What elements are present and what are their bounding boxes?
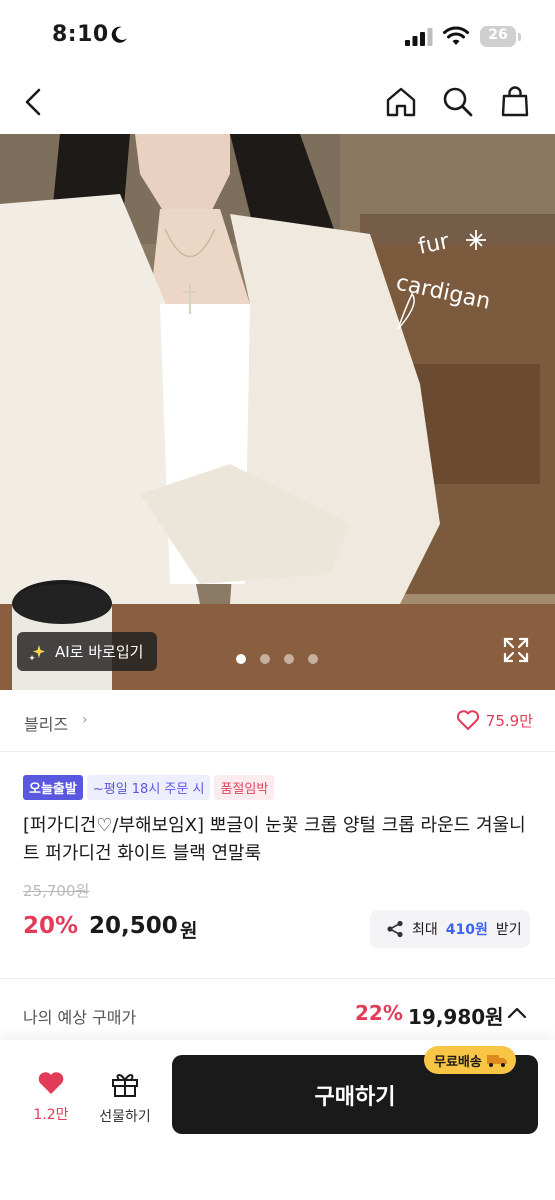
gift-icon xyxy=(112,1074,138,1097)
home-icon[interactable] xyxy=(383,84,419,120)
battery-icon: 26 xyxy=(480,26,516,47)
carousel-dots xyxy=(236,654,318,664)
gift-label: 선물하기 xyxy=(99,1109,151,1125)
sale-price: 20,500 xyxy=(89,913,178,939)
wishlist-count: 1.2만 xyxy=(33,1107,69,1123)
brand-like-button[interactable]: 75.9만 xyxy=(456,709,533,731)
heart-filled-icon xyxy=(38,1072,64,1094)
moon-icon xyxy=(111,26,127,43)
ai-try-on-button[interactable]: AI로 바로입기 xyxy=(17,632,158,671)
points-amount: 410원 xyxy=(445,922,488,938)
fullscreen-expand-icon[interactable] xyxy=(503,637,529,663)
ai-try-on-label: AI로 바로입기 xyxy=(55,643,144,661)
expected-discount: 22% xyxy=(355,1001,403,1025)
expected-price: 19,980원 xyxy=(408,1005,504,1029)
product-image-carousel[interactable]: fur cardigan AI로 바로입기 xyxy=(0,134,555,690)
gift-button[interactable]: 선물하기 xyxy=(90,1070,160,1126)
brand-name-link[interactable]: 블리즈 xyxy=(24,711,68,735)
carousel-dot[interactable] xyxy=(284,654,294,664)
brand-like-count: 75.9만 xyxy=(485,711,533,730)
original-price: 25,700원 xyxy=(23,882,90,900)
top-nav-bar xyxy=(0,70,555,134)
carousel-dot[interactable] xyxy=(236,654,246,664)
wifi-icon xyxy=(443,26,469,45)
product-photo: fur cardigan xyxy=(0,134,555,690)
search-icon[interactable] xyxy=(440,84,476,120)
brand-row: 블리즈 › 75.9만 xyxy=(0,690,555,752)
badge-today-shipping: 오늘출발 xyxy=(23,775,83,800)
heart-outline-icon xyxy=(456,710,479,730)
bottom-action-bar: 1.2만 선물하기 구매하기 무료배송 xyxy=(0,1040,555,1200)
chevron-right-icon[interactable]: › xyxy=(82,712,88,728)
back-icon[interactable] xyxy=(16,84,52,120)
product-badges: 오늘출발 ~평일 18시 주문 시 품절임박 xyxy=(23,775,275,800)
battery-level: 26 xyxy=(488,27,508,43)
buy-button-label: 구매하기 xyxy=(314,1084,396,1110)
badge-almost-sold-out: 품절임박 xyxy=(214,775,275,800)
share-icon xyxy=(387,920,403,938)
divider xyxy=(0,978,555,979)
badge-order-deadline: ~평일 18시 주문 시 xyxy=(86,775,211,800)
wishlist-button[interactable]: 1.2만 xyxy=(16,1070,86,1124)
battery-cap xyxy=(518,33,521,41)
points-suffix: 받기 xyxy=(495,922,522,938)
currency-unit: 원 xyxy=(180,920,198,942)
expected-price-row[interactable]: 나의 예상 구매가 22% 19,980원 xyxy=(0,992,555,1036)
sparkle-icon xyxy=(29,644,45,660)
truck-icon xyxy=(486,1055,507,1067)
expected-price-label: 나의 예상 구매가 xyxy=(23,1008,137,1027)
status-time: 8:10 xyxy=(52,22,109,47)
status-bar: 8:10 26 xyxy=(0,0,555,70)
free-shipping-label: 무료배송 xyxy=(434,1054,482,1070)
product-title: [퍼가디건♡/부해보임X] 뽀글이 눈꽃 크롭 양털 크롭 라운드 겨울니트 퍼… xyxy=(23,815,526,864)
free-shipping-badge: 무료배송 xyxy=(424,1046,516,1074)
points-prefix: 최대 xyxy=(412,922,438,938)
cellular-signal-icon xyxy=(405,28,433,46)
get-points-button[interactable]: 최대 410원 받기 xyxy=(370,910,530,948)
carousel-dot[interactable] xyxy=(308,654,318,664)
carousel-dot[interactable] xyxy=(260,654,270,664)
discount-rate: 20% xyxy=(23,913,79,939)
shopping-bag-icon[interactable] xyxy=(497,84,533,120)
chevron-up-icon[interactable] xyxy=(507,1006,527,1020)
